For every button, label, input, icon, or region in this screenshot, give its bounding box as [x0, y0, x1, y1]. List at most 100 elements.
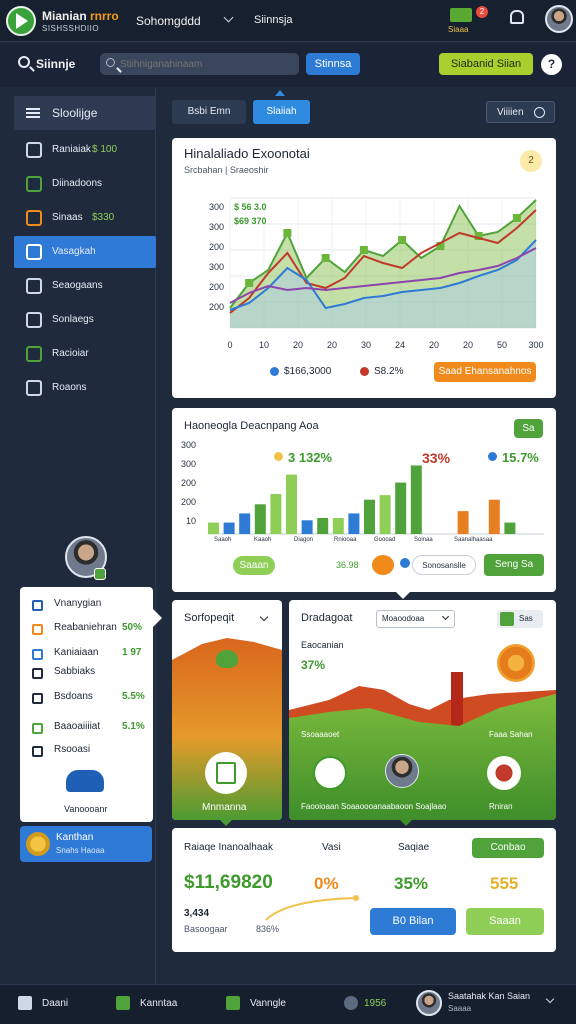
action-button[interactable]: Siabanid Siian: [439, 53, 533, 75]
data-point: [321, 254, 330, 262]
x-tick-label: Goooad: [374, 537, 395, 543]
toggle-knob: [500, 612, 514, 626]
avatar[interactable]: [545, 5, 573, 33]
help-icon[interactable]: ?: [541, 54, 562, 75]
card-pointer: [400, 820, 412, 826]
small-percent: 836%: [256, 924, 280, 934]
list-item[interactable]: Bsdoans: [54, 691, 93, 702]
green-card: Dradagoat Moaoodoaa Sas Eaocanian 37% Ss…: [289, 600, 556, 820]
list-item[interactable]: Kaniaiaan: [54, 647, 98, 658]
list-item[interactable]: Rsooasi: [54, 744, 90, 755]
chevron-down-icon[interactable]: [372, 555, 394, 575]
info-badge[interactable]: 2: [520, 150, 542, 172]
tab-overview[interactable]: Bsbi Emn: [172, 100, 246, 124]
cart-icon[interactable]: [450, 8, 472, 22]
avatar[interactable]: [416, 990, 442, 1016]
sidebar-item[interactable]: Racioiar: [14, 338, 156, 370]
filter-pill[interactable]: Saaan: [233, 556, 275, 575]
card-label-left: Ssoaaaoet: [301, 730, 340, 739]
nav-menu-secondary[interactable]: Siinnsja: [254, 14, 293, 26]
card-title: Sorfopeqit: [184, 612, 235, 624]
primary-button[interactable]: B0 Bilan: [370, 908, 456, 935]
card-pointer: [220, 820, 232, 826]
menu-icon[interactable]: [26, 108, 40, 118]
sidebar-item[interactable]: Roaons: [14, 372, 156, 404]
sidebar-item-value: $330: [92, 212, 115, 223]
chevron-down-icon[interactable]: [259, 612, 269, 622]
bottom-nav-item[interactable]: 1956: [364, 998, 386, 1009]
avatar[interactable]: [385, 754, 419, 788]
x-tick-label: 300: [528, 340, 543, 350]
list-item[interactable]: Baaoaiiiiat: [54, 721, 100, 732]
sidebar-item[interactable]: Vasagkah: [14, 236, 156, 268]
summary-card: Raiaqe Inanoalhaak Vasi Saqiae Conbao $1…: [172, 828, 556, 952]
settings-icon[interactable]: [534, 107, 545, 118]
card-footer: Faooioaan Soaaoooanaabaoon Soajlaao: [301, 802, 447, 811]
data-point: [398, 236, 407, 244]
percent-value: 35%: [394, 874, 429, 893]
bottom-nav-item[interactable]: Vanngle: [250, 998, 286, 1009]
legend-marker: [270, 367, 279, 376]
legend-label: $166,3000: [284, 366, 332, 377]
x-tick-label: 30: [361, 340, 371, 350]
data-point: [245, 279, 254, 287]
bottom-nav-item[interactable]: Daani: [42, 998, 68, 1009]
list-item[interactable]: Vnanygian: [54, 598, 101, 609]
value: 555: [490, 874, 519, 893]
dropdown-select[interactable]: Moaoodoaa: [376, 610, 455, 628]
details-button[interactable]: Saad Ehansanahnos: [434, 362, 536, 382]
sidebar-item[interactable]: Sinaas $330: [14, 202, 156, 234]
y-tick-label: 200: [181, 497, 196, 507]
tab-selected[interactable]: Slaiiah: [253, 100, 310, 124]
sidebar-item[interactable]: Diinadoons: [14, 168, 156, 200]
view-select-label: Viiiien: [497, 107, 524, 118]
x-tick-label: 50: [497, 340, 507, 350]
orange-card[interactable]: Sorfopeqit Mnmanna: [172, 600, 282, 820]
bar: [301, 520, 313, 534]
chart-subtitle: Srcbahan | Sraeoshir: [184, 165, 269, 175]
nav-menu-main[interactable]: Sohomgddd: [136, 14, 201, 28]
bar: [348, 513, 360, 534]
bottom-bar: [0, 984, 576, 1024]
bottom-nav-item[interactable]: Kanntaa: [140, 998, 177, 1009]
search-icon[interactable]: [18, 56, 30, 68]
card-title: Dradagoat: [301, 612, 353, 624]
primary-button[interactable]: Stinnsa: [306, 53, 360, 75]
bar: [410, 465, 422, 534]
brand-name: Mianian rnrro: [42, 9, 119, 23]
secondary-button[interactable]: Saaan: [466, 908, 544, 935]
toggle-label: Sas: [519, 614, 533, 623]
bar: [270, 494, 282, 534]
search-input[interactable]: [100, 53, 299, 75]
bar: [364, 499, 375, 534]
list-item[interactable]: Sabbiaks: [54, 666, 95, 677]
document-icon[interactable]: [205, 752, 247, 794]
sidebar-item[interactable]: Seaogaans: [14, 270, 156, 302]
area-illustration: [289, 672, 556, 820]
send-button[interactable]: Seng Sa: [484, 554, 544, 576]
bar: [332, 518, 344, 534]
x-tick-label: Kaaoh: [254, 537, 271, 543]
flower-icon[interactable]: [487, 756, 521, 790]
sidebar-item[interactable]: Sonlaegs: [14, 304, 156, 336]
x-tick-label: Diagon: [294, 537, 313, 543]
y-tick-label: 300: [209, 262, 224, 272]
annotation: $ 56 3.0: [234, 202, 267, 212]
refresh-icon: [26, 278, 42, 294]
bar: [317, 518, 329, 534]
list-item-icon: [32, 746, 43, 757]
x-tick-label: 24: [395, 340, 405, 350]
bell-icon[interactable]: [510, 10, 524, 24]
sidebar-item[interactable]: Raniaiak $ 100: [14, 134, 156, 166]
list-item-icon: [32, 624, 43, 635]
leaf-icon: [216, 650, 238, 668]
bar: [395, 482, 407, 534]
bar: [223, 522, 235, 534]
sidebar-header[interactable]: Sloolijge: [14, 96, 156, 130]
tab-indicator: [275, 90, 285, 96]
filter-chip[interactable]: Sonosanslle: [412, 555, 476, 575]
settings-icon[interactable]: [313, 756, 347, 790]
list-item[interactable]: Reabaniehran: [54, 622, 117, 633]
puzzle-icon: [116, 996, 130, 1010]
dropdown-select[interactable]: Conbao: [472, 838, 544, 858]
